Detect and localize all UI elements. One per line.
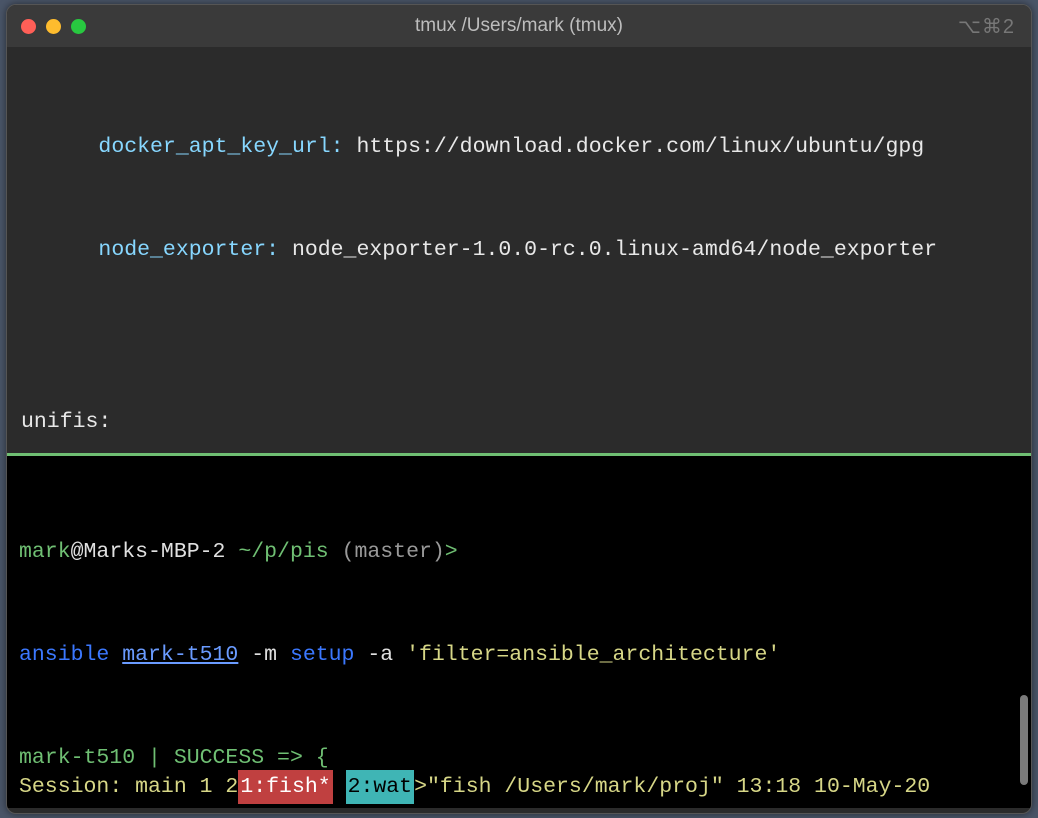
scrollbar[interactable]: [1020, 695, 1028, 785]
yaml-value: https://download.docker.com/linux/ubuntu…: [344, 135, 925, 159]
output-line: mark-t510 | SUCCESS => {: [19, 741, 1019, 775]
yaml-key: docker_apt_key_url: [21, 135, 331, 159]
cmd-target: mark-t510: [122, 643, 238, 667]
prompt-gt: >: [445, 540, 471, 564]
shell-prompt-line: mark@Marks-MBP-2 ~/p/pis (master)>: [19, 535, 1019, 569]
yaml-key: node_exporter: [21, 238, 266, 262]
cmd-flag: -a: [367, 643, 406, 667]
minimize-icon[interactable]: [46, 19, 61, 34]
prompt-at: @: [71, 540, 84, 564]
shell-command-line: ansible mark-t510 -m setup -a 'filter=an…: [19, 638, 1019, 672]
cmd-flag: -m: [238, 643, 290, 667]
prompt-branch: (master): [342, 540, 445, 564]
prompt-path: ~/p/pis: [238, 540, 341, 564]
yaml-value: node_exporter-1.0.0-rc.0.linux-amd64/nod…: [279, 238, 937, 262]
traffic-lights: [21, 19, 86, 34]
window-title: tmux /Users/mark (tmux): [7, 15, 1031, 37]
cmd-module: setup: [290, 643, 367, 667]
bottom-pane[interactable]: mark@Marks-MBP-2 ~/p/pis (master)> ansib…: [7, 456, 1031, 770]
terminal-window: tmux /Users/mark (tmux) ⌥⌘2 docker_apt_k…: [6, 4, 1032, 814]
titlebar: tmux /Users/mark (tmux) ⌥⌘2: [7, 5, 1031, 47]
prompt-user: mark: [19, 540, 71, 564]
cmd-arg: 'filter=ansible_architecture': [406, 643, 780, 667]
yaml-line: unifis:: [9, 405, 1029, 439]
zoom-icon[interactable]: [71, 19, 86, 34]
prompt-host: Marks-MBP-2: [84, 540, 239, 564]
keyboard-shortcut: ⌥⌘2: [958, 14, 1015, 39]
close-icon[interactable]: [21, 19, 36, 34]
cmd-ansible: ansible: [19, 643, 122, 667]
top-pane[interactable]: docker_apt_key_url: https://download.doc…: [7, 47, 1031, 453]
yaml-line: docker_apt_key_url: https://download.doc…: [9, 130, 1029, 164]
yaml-line: node_exporter: node_exporter-1.0.0-rc.0.…: [9, 233, 1029, 267]
